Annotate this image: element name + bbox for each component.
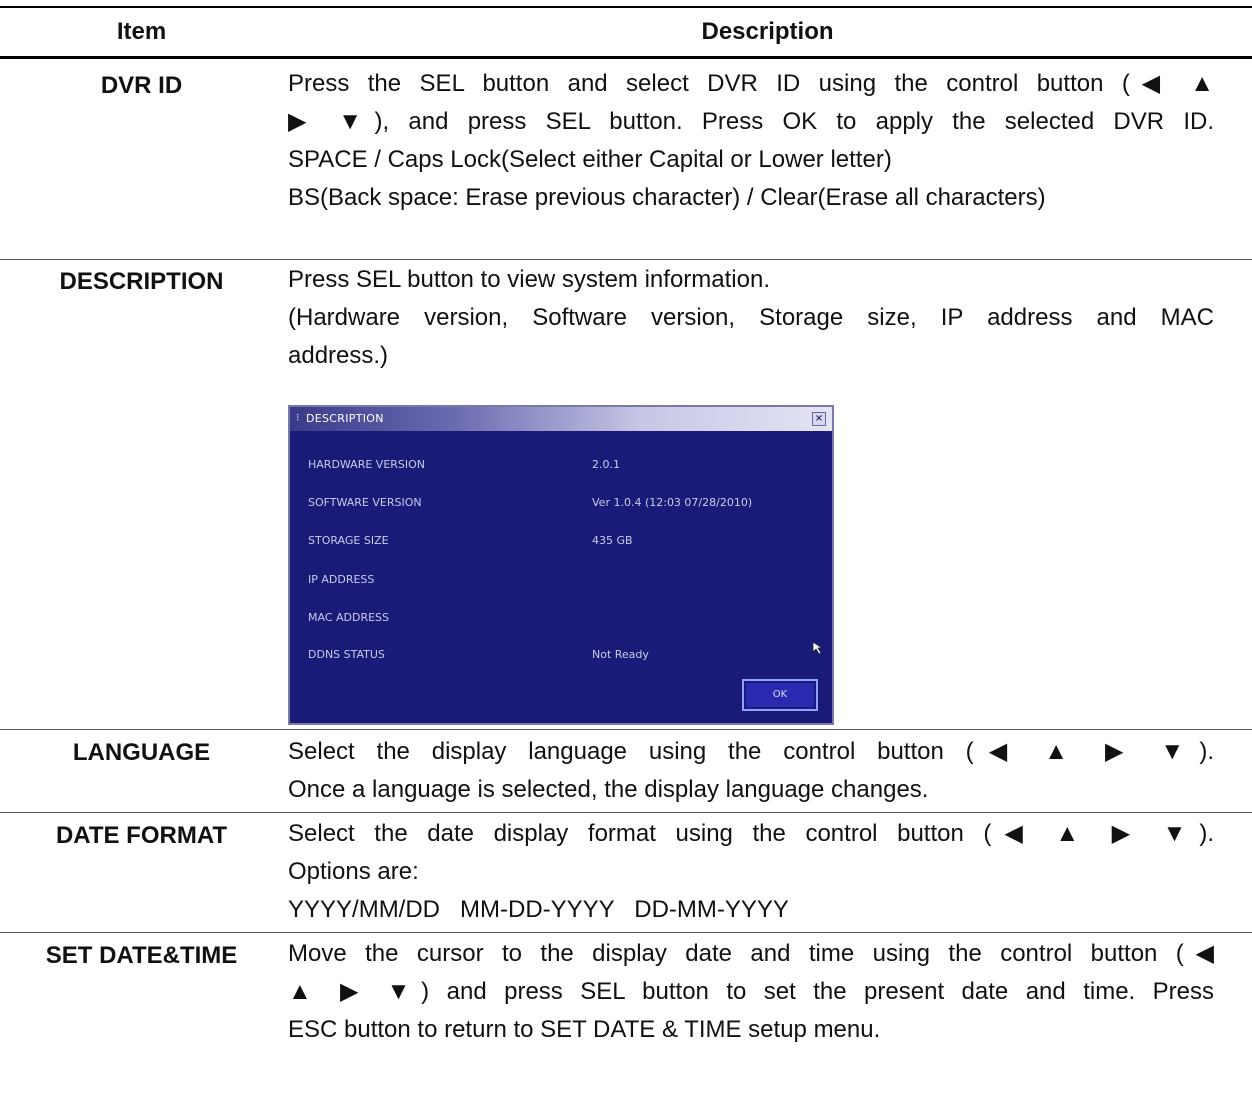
desc-line: Move the cursor to the display date and … — [288, 940, 1214, 967]
row-desc-date-format: Select the date display format using the… — [288, 815, 1214, 929]
row-desc-description: Press SEL button to view system informat… — [288, 261, 1214, 375]
header-item: Item — [116, 18, 167, 45]
desc-line: ▶ ▼), and press SEL button. Press OK to … — [288, 108, 1214, 135]
row-item-set-date-time: SET DATE&TIME — [45, 942, 238, 969]
close-icon[interactable]: × — [812, 412, 826, 426]
mouse-cursor-icon — [812, 641, 824, 655]
dialog-grip-icon: ⁝ — [296, 411, 300, 424]
row-rule — [0, 259, 1252, 260]
field-value: Not Ready — [592, 648, 649, 661]
desc-line: SPACE / Caps Lock(Select either Capital … — [288, 146, 892, 173]
desc-line: YYYY/MM/DD MM-DD-YYYY DD-MM-YYYY — [288, 896, 789, 923]
field-label: SOFTWARE VERSION — [308, 496, 422, 509]
desc-line: BS(Back space: Erase previous character)… — [288, 184, 1046, 211]
row-rule — [0, 932, 1252, 933]
header-description: Description — [701, 18, 834, 45]
dialog-title: DESCRIPTION — [306, 412, 384, 425]
field-value: Ver 1.0.4 (12:03 07/28/2010) — [592, 496, 753, 509]
desc-line: Press SEL button to view system informat… — [288, 266, 770, 293]
row-desc-set-date-time: Move the cursor to the display date and … — [288, 935, 1214, 1049]
desc-line: ▲ ▶ ▼) and press SEL button to set the p… — [288, 978, 1214, 1005]
row-rule — [0, 729, 1252, 730]
field-label: MAC ADDRESS — [308, 611, 390, 624]
field-label: DDNS STATUS — [308, 648, 385, 661]
desc-line: Options are: — [288, 858, 419, 885]
row-rule — [0, 812, 1252, 813]
desc-line: Select the date display format using the… — [288, 820, 1214, 847]
top-rule — [0, 6, 1252, 8]
table-header: Item Description — [0, 12, 1252, 56]
row-desc-dvr-id: Press the SEL button and select DVR ID u… — [288, 65, 1214, 217]
row-item-language: LANGUAGE — [72, 739, 211, 766]
field-label: IP ADDRESS — [308, 573, 375, 586]
row-item-date-format: DATE FORMAT — [55, 822, 228, 849]
ok-button[interactable]: OK — [742, 679, 818, 711]
desc-line: address.) — [288, 342, 389, 369]
desc-line: Once a language is selected, the display… — [288, 776, 929, 803]
desc-line: Select the display language using the co… — [288, 738, 1214, 765]
header-rule — [0, 56, 1252, 59]
row-desc-language: Select the display language using the co… — [288, 733, 1214, 809]
field-label: STORAGE SIZE — [308, 534, 389, 547]
desc-line: ESC button to return to SET DATE & TIME … — [288, 1016, 881, 1043]
field-label: HARDWARE VERSION — [308, 458, 426, 471]
desc-line: Press the SEL button and select DVR ID u… — [288, 70, 1214, 97]
row-item-dvr-id: DVR ID — [100, 72, 183, 99]
desc-line: (Hardware version, Software version, Sto… — [288, 304, 1214, 331]
description-dialog-screenshot: ⁝ DESCRIPTION × HARDWARE VERSION 2.0.1 S… — [288, 405, 834, 725]
field-value: 435 GB — [592, 534, 633, 547]
row-item-description: DESCRIPTION — [59, 268, 224, 295]
dialog-titlebar: ⁝ DESCRIPTION × — [290, 407, 832, 431]
field-value: 2.0.1 — [592, 458, 620, 471]
